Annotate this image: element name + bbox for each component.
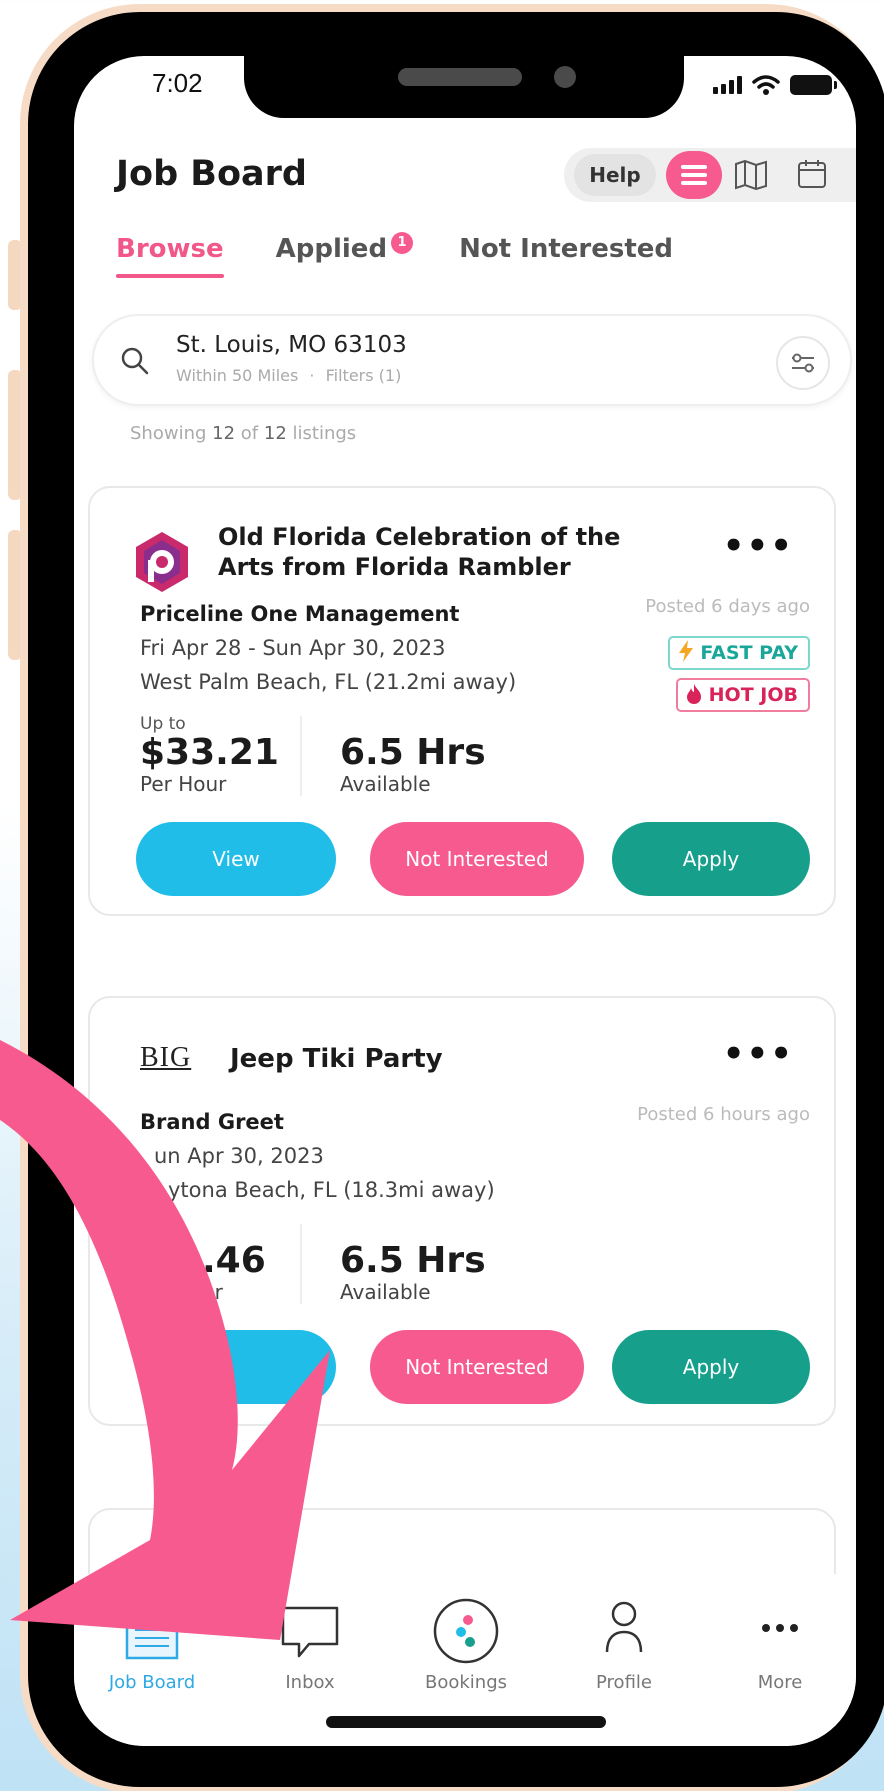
applied-count-badge: 1 (391, 232, 414, 254)
battery-icon (790, 75, 837, 95)
listing-count: Showing 12 of 12 listings (130, 423, 356, 444)
listing-count-shown: 12 (212, 423, 236, 444)
search-radius: Within 50 Miles (176, 366, 299, 385)
bookings-icon (433, 1598, 499, 1664)
flame-icon (687, 684, 702, 704)
search-details: Within 50 Miles · Filters (1) (176, 366, 401, 385)
fast-pay-badge: FAST PAY (667, 636, 810, 670)
company-name: Brand Greet (140, 1110, 284, 1134)
lightning-icon (678, 640, 693, 662)
search-icon (121, 347, 149, 375)
nav-label: Inbox (285, 1672, 335, 1693)
status-icons (713, 74, 837, 96)
wifi-icon (752, 75, 780, 95)
pay-rate: $33.21 (140, 732, 279, 773)
help-button[interactable]: Help (574, 154, 656, 196)
pay-unit: Per Hour (140, 772, 227, 796)
hot-job-label: HOT JOB (708, 684, 798, 706)
job-title-line: Arts from Florida Rambler (218, 553, 571, 581)
front-camera (554, 66, 576, 88)
pay-unit: ur (202, 1280, 223, 1304)
status-time: 7:02 (152, 68, 203, 98)
tab-applied[interactable]: Applied 1 (275, 232, 414, 264)
nav-label: Bookings (424, 1672, 507, 1693)
nav-label: Profile (596, 1672, 652, 1693)
page-title: Job Board (116, 154, 307, 194)
person-icon (605, 1601, 643, 1653)
job-title-line: Old Florida Celebration of the (218, 523, 621, 551)
listing-count-suffix: listings (292, 423, 357, 444)
location-search-bar[interactable]: St. Louis, MO 63103 Within 50 Miles · Fi… (92, 314, 852, 406)
listing-count-total: 12 (263, 423, 287, 444)
signal-icon (713, 76, 742, 94)
search-filters-count: Filters (1) (325, 366, 402, 385)
job-card[interactable]: BIG Jeep Tiki Party ••• Brand Greet Post… (88, 996, 836, 1426)
home-indicator[interactable] (326, 1716, 606, 1728)
map-icon[interactable] (734, 160, 768, 190)
speaker-grille (398, 68, 522, 86)
stat-divider (300, 1224, 302, 1304)
fast-pay-label: FAST PAY (700, 642, 798, 664)
pay-prefix: Up to (140, 714, 186, 734)
company-name: Priceline One Management (140, 602, 460, 626)
job-location: West Palm Beach, FL (21.2mi away) (140, 670, 517, 694)
view-button[interactable]: View (136, 822, 336, 896)
posted-time: Posted 6 days ago (645, 596, 810, 617)
search-location: St. Louis, MO 63103 (176, 332, 407, 358)
view-button[interactable] (136, 1330, 336, 1404)
nav-label: Job Board (108, 1672, 196, 1693)
hours-available: 6.5 Hrs (340, 1240, 486, 1281)
nav-label: More (757, 1672, 803, 1693)
more-dots-icon (762, 1624, 798, 1632)
listing-count-prefix: Showing (130, 423, 207, 444)
job-dates: Fri Apr 28 - Sun Apr 30, 2023 (140, 636, 446, 660)
pay-rate: .46 (202, 1240, 266, 1281)
not-interested-button[interactable]: Not Interested (370, 822, 584, 896)
list-icon (681, 165, 707, 169)
tab-bar: Browse Applied 1 Not Interested (116, 232, 725, 278)
filter-button[interactable] (776, 336, 830, 390)
hours-available: 6.5 Hrs (340, 732, 486, 773)
apply-button[interactable]: Apply (612, 1330, 810, 1404)
hot-job-badge: HOT JOB (676, 678, 810, 712)
posted-time: Posted 6 hours ago (637, 1104, 810, 1125)
more-options-button[interactable]: ••• (723, 526, 794, 566)
not-interested-button[interactable]: Not Interested (370, 1330, 584, 1404)
app-screen: 7:02 Job Board Help Browse Applied 1 Not… (74, 56, 856, 1746)
apply-button[interactable]: Apply (612, 822, 810, 896)
listing-count-of: of (240, 423, 259, 444)
job-title: Jeep Tiki Party (230, 1044, 443, 1074)
chat-bubble-icon (281, 1606, 339, 1658)
list-view-button[interactable] (666, 151, 722, 199)
hours-unit: Available (340, 1280, 431, 1304)
phone-notch (244, 56, 684, 118)
hours-unit: Available (340, 772, 431, 796)
more-options-button[interactable]: ••• (723, 1034, 794, 1074)
job-board-icon (125, 1606, 179, 1660)
job-card[interactable]: Old Florida Celebration of the Arts from… (88, 486, 836, 916)
view-toolbar: Help (564, 148, 856, 202)
stat-divider (300, 716, 302, 796)
job-dates: un Apr 30, 2023 (154, 1144, 324, 1168)
calendar-icon[interactable] (796, 158, 828, 190)
sliders-icon (792, 353, 814, 373)
job-location: ytona Beach, FL (18.3mi away) (168, 1178, 495, 1202)
company-logo-icon (136, 532, 188, 592)
company-logo: BIG (140, 1042, 192, 1073)
job-title: Old Florida Celebration of the Arts from… (218, 522, 620, 582)
tab-not-interested[interactable]: Not Interested (459, 234, 673, 264)
separator-dot: · (309, 366, 315, 385)
tab-applied-label: Applied (275, 234, 388, 264)
tab-browse[interactable]: Browse (116, 234, 224, 278)
